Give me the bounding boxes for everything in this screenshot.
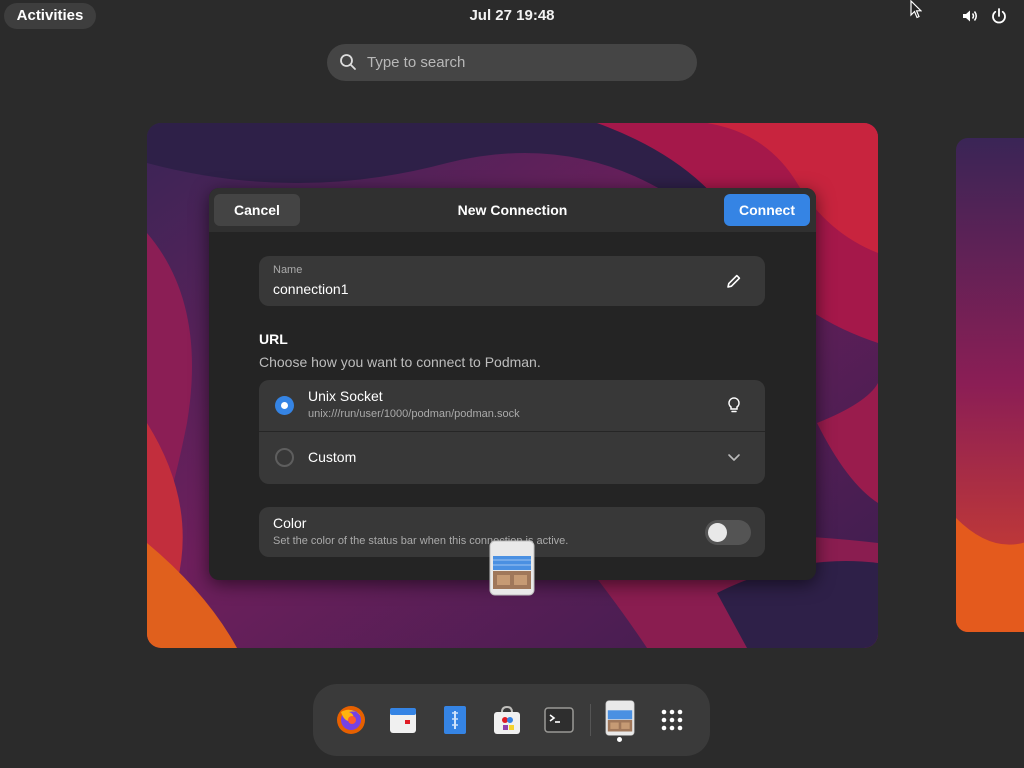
volume-icon[interactable] [961,7,979,25]
option-custom[interactable]: Custom [259,432,765,484]
option-label: Unix Socket [308,388,383,404]
url-options: Unix Socket unix:///run/user/1000/podman… [259,380,765,484]
software-icon[interactable] [491,704,523,736]
mouse-cursor-icon [910,0,922,19]
chevron-down-icon[interactable] [725,448,743,466]
new-connection-dialog: Cancel New Connection Connect Name conne… [209,188,816,580]
name-field[interactable]: Name connection1 [259,256,765,306]
search-input[interactable] [367,44,687,81]
terminal-icon[interactable] [543,704,575,736]
pencil-icon[interactable] [725,272,743,290]
dialog-title: New Connection [457,202,568,218]
text-editor-icon[interactable] [439,704,471,736]
radio-selected-icon[interactable] [275,396,294,415]
option-subtitle: unix:///run/user/1000/podman/podman.sock [308,408,520,420]
dialog-header: Cancel New Connection Connect [209,188,816,232]
clock[interactable]: Jul 27 19:48 [440,0,584,32]
activities-button[interactable]: Activities [4,3,96,29]
lightbulb-icon[interactable] [725,396,743,414]
color-toggle[interactable] [705,520,751,545]
dash-separator [590,704,591,736]
option-label: Custom [308,449,357,465]
top-bar: Activities Jul 27 19:48 [0,0,1024,32]
name-value[interactable]: connection1 [273,281,349,297]
pods-app-icon[interactable] [603,700,637,736]
pods-app-icon[interactable] [489,540,535,596]
url-section-title: URL [259,331,288,347]
radio-unselected-icon[interactable] [275,448,294,467]
toggle-knob [708,523,727,542]
power-icon[interactable] [990,7,1008,25]
app-grid-icon[interactable] [656,704,688,736]
firefox-icon[interactable] [335,704,367,736]
next-workspace-preview[interactable] [956,138,1024,632]
dash [313,684,710,756]
calendar-icon[interactable] [387,704,419,736]
cancel-button[interactable]: Cancel [214,194,300,226]
option-unix-socket[interactable]: Unix Socket unix:///run/user/1000/podman… [259,380,765,432]
name-label: Name [273,264,303,276]
wallpaper [956,138,1024,632]
connect-button[interactable]: Connect [724,194,810,226]
color-title: Color [273,515,307,531]
running-indicator [617,737,622,742]
url-section-description: Choose how you want to connect to Podman… [259,354,541,370]
search-bar[interactable] [327,44,697,81]
search-icon [340,54,356,70]
